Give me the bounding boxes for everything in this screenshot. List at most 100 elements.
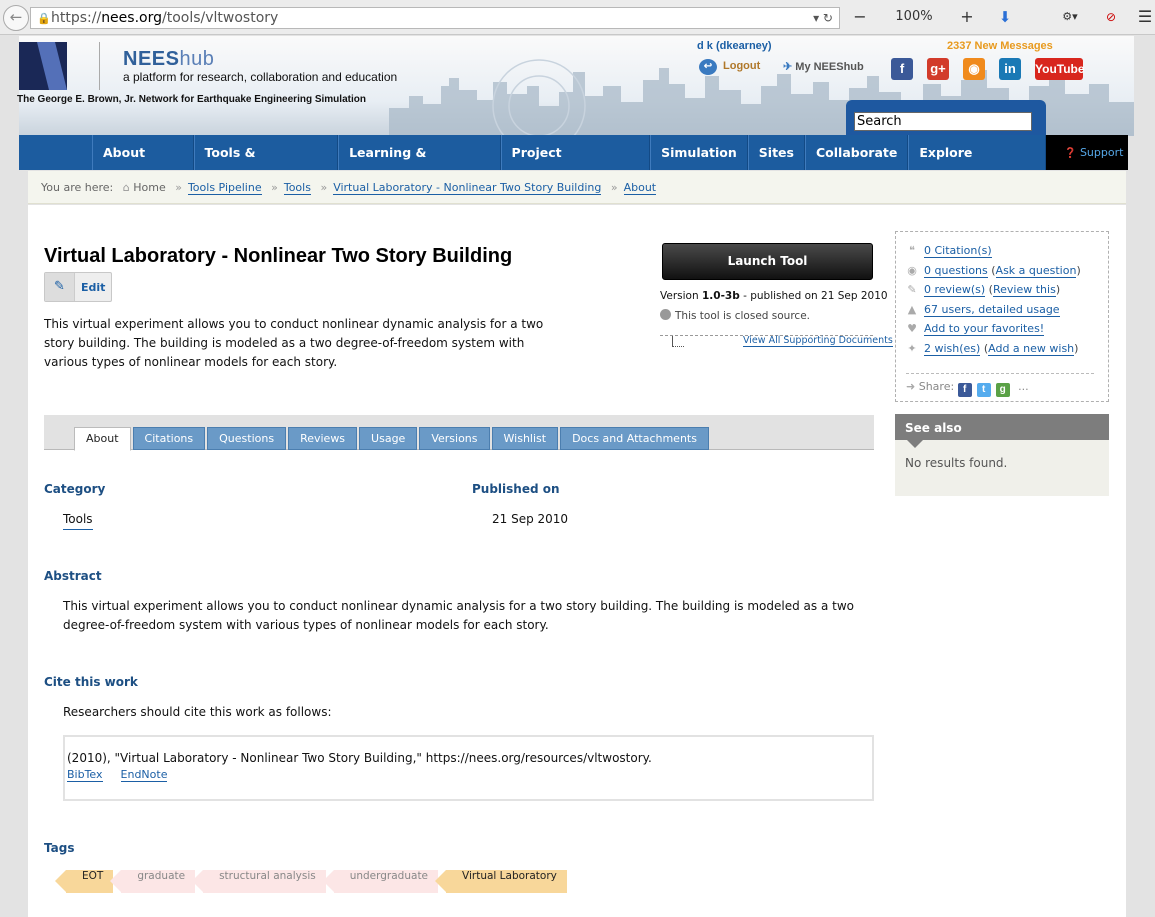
breadcrumb: You are here: ⌂ Home » Tools Pipeline » To…	[28, 171, 1126, 204]
category-link[interactable]: Tools	[63, 510, 93, 530]
review-this-link[interactable]: Review this	[992, 283, 1056, 298]
edit-button[interactable]: ✎ Edit	[44, 272, 112, 302]
closed-source-note: This tool is closed source.	[660, 309, 810, 322]
supporting-docs-link[interactable]: View All Supporting Documents	[743, 335, 893, 347]
citation-icon: ❝	[909, 244, 915, 257]
lock-icon: 🔒	[37, 12, 51, 25]
tab-about[interactable]: About	[74, 427, 131, 451]
share-google-icon[interactable]: g	[995, 383, 1010, 397]
citation-text: (2010), "Virtual Laboratory - Nonlinear …	[67, 751, 652, 765]
url-domain: nees.org	[101, 10, 162, 26]
see-also-panel: See also No results found.	[895, 414, 1109, 496]
stop-script-icon[interactable]: ⊘	[1100, 7, 1122, 29]
share-arrow-icon: ➜	[906, 380, 916, 393]
share-facebook-icon[interactable]: f	[957, 383, 972, 397]
category-heading: Category	[44, 482, 106, 496]
youtube-icon[interactable]: YouTube	[1035, 58, 1085, 80]
page-title: Virtual Laboratory - Nonlinear Two Story…	[44, 245, 513, 267]
info-icon	[660, 309, 671, 320]
nav-item-tools-resources[interactable]: Tools & Resources	[193, 135, 339, 196]
zoom-level[interactable]: 100%	[888, 7, 940, 29]
brand-name[interactable]: NEEShub	[123, 48, 214, 71]
logo-divider	[99, 42, 100, 90]
ask-question-link[interactable]: Ask a question	[995, 263, 1077, 278]
my-neeshub-icon: ✈	[783, 61, 793, 73]
logout-link[interactable]: ↩ Logout	[699, 59, 760, 75]
wishes-link[interactable]: 2 wish(es)	[924, 341, 981, 356]
url-path: /tools/vltwostory	[162, 10, 279, 26]
download-icon[interactable]: ⬇	[994, 7, 1016, 29]
nav-item-learning-outreach[interactable]: Learning & Outreach	[338, 135, 501, 196]
browser-toolbar: ← 🔒 https://nees.org/tools/vltwostory ▾ …	[0, 0, 1155, 35]
abstract-text: This virtual experiment allows you to co…	[63, 599, 854, 632]
favorites-link[interactable]: Add to your favorites!	[924, 322, 1045, 337]
bibtex-link[interactable]: BibTex	[67, 768, 103, 782]
tag-structural-analysis[interactable]: structural analysis	[192, 870, 326, 893]
tag-undergraduate[interactable]: undergraduate	[322, 870, 439, 893]
search-input[interactable]	[854, 112, 1032, 131]
tab-bar: About Citations Questions Reviews Usage …	[44, 415, 874, 451]
tab-versions[interactable]: Versions	[419, 427, 490, 450]
tab-citations[interactable]: Citations	[132, 427, 206, 450]
questions-link[interactable]: 0 questions	[924, 263, 988, 278]
nees-logo-icon[interactable]	[19, 42, 67, 90]
tab-wishlist[interactable]: Wishlist	[491, 427, 559, 450]
new-messages-link[interactable]: 2337 New Messages	[947, 40, 1053, 52]
main-content: Virtual Laboratory - Nonlinear Two Story…	[28, 205, 1126, 917]
usage-link[interactable]: 67 users, detailed usage	[924, 302, 1060, 317]
endnote-link[interactable]: EndNote	[120, 768, 168, 782]
breadcrumb-home[interactable]: Home	[133, 181, 165, 194]
tab-reviews[interactable]: Reviews	[288, 427, 358, 450]
review-icon: ✎	[907, 283, 917, 297]
cite-heading: Cite this work	[44, 675, 138, 689]
google-plus-icon[interactable]: g+	[927, 58, 949, 80]
linkedin-icon[interactable]: in	[999, 58, 1021, 80]
supporting-docs-marker	[672, 336, 684, 347]
logout-icon: ↩	[699, 59, 717, 75]
url-bar[interactable]: 🔒 https://nees.org/tools/vltwostory ▾ ↻	[30, 7, 840, 29]
user-name-link[interactable]: d k (dkearney)	[697, 40, 772, 52]
tag-virtual-laboratory[interactable]: Virtual Laboratory	[435, 870, 567, 893]
nav-item-collaborate[interactable]: Collaborate	[804, 135, 909, 170]
share-twitter-icon[interactable]: t	[976, 383, 991, 397]
edit-label: Edit	[81, 281, 106, 294]
nav-item-simulation[interactable]: Simulation	[650, 135, 748, 170]
launch-tool-button[interactable]: Launch Tool	[662, 243, 873, 280]
menu-icon[interactable]: ☰	[1135, 7, 1155, 29]
breadcrumb-tools[interactable]: Tools	[283, 181, 311, 195]
new-wish-link[interactable]: Add a new wish	[988, 341, 1075, 356]
nav-item-project-warehouse[interactable]: Project Warehouse	[500, 135, 651, 196]
help-icon: ❓	[1064, 148, 1077, 159]
nav-item-about-nees[interactable]: About NEES	[92, 135, 194, 196]
citations-link[interactable]: 0 Citation(s)	[924, 244, 992, 258]
nav-item-explore-neeshub[interactable]: Explore NEEShub	[908, 135, 1046, 196]
addon-icon[interactable]: ⚙▾	[1052, 7, 1088, 29]
tag-eot[interactable]: EOT	[54, 870, 114, 893]
tag-graduate[interactable]: graduate	[110, 870, 196, 893]
tag-list: EOT graduate structural analysis undergr…	[54, 870, 575, 893]
support-link[interactable]: ❓ Support	[1046, 135, 1128, 170]
reviews-link[interactable]: 0 review(s)	[924, 283, 986, 298]
zoom-in-button[interactable]: +	[952, 7, 982, 29]
nav-item-sites[interactable]: Sites	[747, 135, 805, 170]
my-neeshub-link[interactable]: ✈ My NEEShub	[783, 60, 864, 73]
citation-box: (2010), "Virtual Laboratory - Nonlinear …	[63, 735, 874, 801]
share-row: ➜ Share: ftg ...	[906, 380, 1029, 397]
facebook-icon[interactable]: f	[891, 58, 913, 80]
tab-usage[interactable]: Usage	[359, 427, 418, 450]
reload-icon[interactable]: ▾ ↻	[813, 8, 833, 28]
tab-docs-attachments[interactable]: Docs and Attachments	[560, 427, 709, 450]
back-arrow-icon[interactable]: ←	[3, 5, 29, 31]
breadcrumb-tool[interactable]: Virtual Laboratory - Nonlinear Two Story…	[333, 181, 602, 195]
published-heading: Published on	[472, 482, 560, 496]
zoom-out-button[interactable]: −	[845, 7, 875, 29]
rss-icon[interactable]: ◉	[963, 58, 985, 80]
tab-questions[interactable]: Questions	[207, 427, 287, 450]
breadcrumb-tools-pipeline[interactable]: Tools Pipeline	[187, 181, 262, 195]
breadcrumb-about[interactable]: About	[623, 181, 657, 195]
see-also-body: No results found.	[905, 456, 1008, 470]
see-also-heading: See also	[895, 414, 1109, 448]
resource-metadata-panel: ❝ 0 Citation(s) ◉ 0 questions (Ask a quest…	[895, 231, 1109, 402]
search-container	[846, 100, 1046, 136]
network-name: The George E. Brown, Jr. Network for Ear…	[17, 94, 366, 105]
